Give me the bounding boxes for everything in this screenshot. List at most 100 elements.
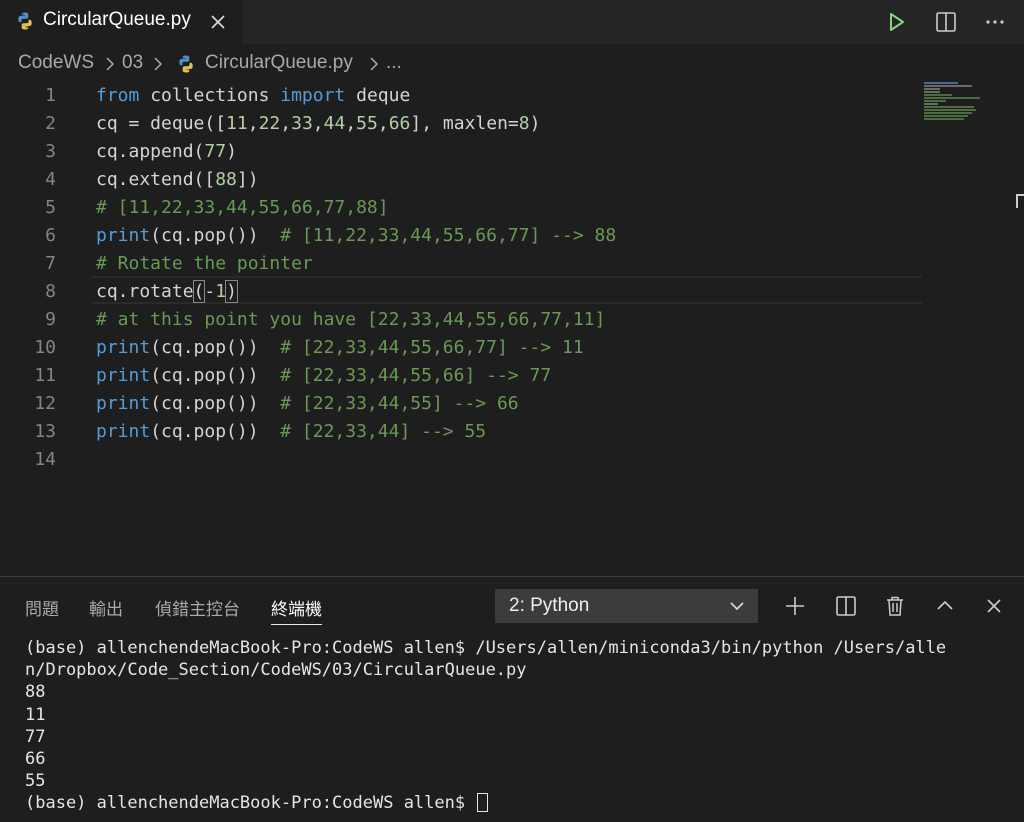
line-number: 4 (45, 169, 56, 190)
code-token: collections (139, 85, 281, 106)
chevron-up-icon[interactable] (932, 593, 958, 619)
code-token: (cq.pop()) (150, 225, 281, 246)
code-token: print (96, 365, 151, 386)
code-token: , (377, 113, 389, 134)
code-text: print(cq.pop()) # [22,33,44] --> 55 (96, 418, 486, 446)
code-token: , (280, 113, 292, 134)
breadcrumb-item-codews[interactable]: CodeWS (18, 52, 94, 74)
code-line[interactable]: 3 cq.append(77) (0, 138, 1024, 166)
terminal-prompt: (base) allenchendeMacBook-Pro:CodeWS all… (25, 793, 476, 814)
line-number: 12 (34, 393, 56, 414)
terminal-prompt-line[interactable]: (base) allenchendeMacBook-Pro:CodeWS all… (25, 792, 1015, 814)
line-number: 13 (34, 421, 56, 442)
terminal-cursor (477, 793, 489, 813)
chevron-right-icon (154, 57, 163, 71)
code-text: from collections import deque (96, 82, 410, 110)
code-line[interactable]: 12 print(cq.pop()) # [22,33,44,55] --> 66 (0, 390, 1024, 418)
breadcrumb-item-03[interactable]: 03 (122, 52, 143, 74)
breadcrumb: CodeWS 03 CircularQueue.py ... (0, 44, 1024, 82)
code-line[interactable]: 1 from collections import deque (0, 82, 1024, 110)
code-line[interactable]: 11 print(cq.pop()) # [22,33,44,55,66] -->… (0, 362, 1024, 390)
code-token: # [22,33,44,55] --> 66 (280, 393, 519, 414)
breadcrumb-item-file[interactable]: CircularQueue.py (205, 52, 353, 74)
terminal-selector[interactable]: 2: Python (495, 589, 758, 623)
code-line[interactable]: 14 (0, 446, 1024, 474)
code-token: ) (226, 141, 237, 162)
code-token: 33 (291, 113, 313, 134)
code-token: cq = deque([ (96, 113, 227, 134)
code-token: # [22,33,44,55,66,77] --> 11 (280, 337, 584, 358)
code-text: print(cq.pop()) # [22,33,44,55,66] --> 7… (96, 362, 551, 390)
code-token: print (96, 421, 151, 442)
more-actions-icon[interactable] (981, 8, 1009, 36)
terminal-line: 88 (25, 682, 46, 703)
code-token: (cq.pop()) (150, 421, 281, 442)
line-number: 7 (45, 253, 56, 274)
code-token: ]) (236, 169, 259, 190)
terminal-line: 77 (25, 726, 46, 747)
code-token: print (96, 337, 151, 358)
breadcrumb-item-symbols[interactable]: ... (386, 52, 402, 74)
code-line[interactable]: 13 print(cq.pop()) # [22,33,44] --> 55 (0, 418, 1024, 446)
code-token: from (96, 85, 140, 106)
line-number: 5 (45, 197, 56, 218)
code-token: ) (225, 280, 238, 303)
code-line[interactable]: 5 # [11,22,33,44,55,66,77,88] (0, 194, 1024, 222)
code-token: , (247, 113, 259, 134)
code-token: deque (345, 85, 411, 106)
code-token: 55 (356, 113, 378, 134)
code-token: 66 (388, 113, 411, 134)
terminal-line: 66 (25, 748, 46, 769)
tab-problems[interactable]: 問題 (25, 595, 59, 620)
code-line[interactable]: 8 cq.rotate(-1) (0, 278, 1024, 306)
minimap[interactable] (924, 82, 1014, 122)
terminal-selector-value: 2: Python (509, 595, 590, 616)
code-line[interactable]: 4 cq.extend([88]) (0, 166, 1024, 194)
code-line[interactable]: 2 cq = deque([11,22,33,44,55,66], maxlen=… (0, 110, 1024, 138)
terminal-line: 11 (25, 704, 46, 725)
code-text: cq.rotate(-1) (96, 278, 238, 306)
terminal-output[interactable]: (base) allenchendeMacBook-Pro:CodeWS all… (25, 637, 1015, 815)
split-editor-icon[interactable] (932, 8, 960, 36)
tab-debug-console[interactable]: 偵錯主控台 (155, 595, 240, 620)
code-token: (cq.pop()) (150, 337, 281, 358)
code-text: # [11,22,33,44,55,66,77,88] (96, 194, 389, 222)
line-number: 1 (45, 85, 56, 106)
code-token: , (312, 113, 324, 134)
code-text: print(cq.pop()) # [11,22,33,44,55,66,77]… (96, 222, 616, 250)
code-token: 22 (258, 113, 281, 134)
code-line[interactable]: 6 print(cq.pop()) # [11,22,33,44,55,66,77… (0, 222, 1024, 250)
split-terminal-icon[interactable] (833, 593, 859, 619)
line-number: 6 (45, 225, 56, 246)
code-token: # [11,22,33,44,55,66,77] --> 88 (280, 225, 617, 246)
trash-icon[interactable] (882, 593, 908, 619)
vscode-window: CircularQueue.py CodeWS 03 CircularQueue… (0, 0, 1024, 822)
code-token: # [22,33,44,55,66] --> 77 (280, 365, 552, 386)
chevron-right-icon (370, 57, 379, 71)
chevron-right-icon (106, 57, 115, 71)
terminal-line: 55 (25, 771, 46, 792)
line-number: 2 (45, 113, 56, 134)
code-line[interactable]: 10 print(cq.pop()) # [22,33,44,55,66,77] … (0, 334, 1024, 362)
code-text: # at this point you have [22,33,44,55,66… (96, 306, 605, 334)
new-terminal-icon[interactable] (782, 593, 808, 619)
line-number: 10 (34, 337, 56, 358)
close-icon[interactable] (205, 9, 231, 35)
run-icon[interactable] (882, 8, 910, 36)
line-number: 11 (34, 365, 56, 386)
bottom-panel: 問題 輸出 偵錯主控台 終端機 2: Python (base) allench… (0, 576, 1024, 822)
code-editor[interactable]: 1 from collections import deque 2 cq = dequ… (0, 82, 1024, 576)
tab-terminal[interactable]: 終端機 (271, 595, 322, 620)
editor-tab-circularqueue[interactable]: CircularQueue.py (0, 0, 242, 44)
code-token: 11 (226, 113, 248, 134)
code-text: print(cq.pop()) # [22,33,44,55,66,77] --… (96, 334, 584, 362)
code-token: - (204, 281, 216, 302)
code-line[interactable]: 9 # at this point you have [22,33,44,55,6… (0, 306, 1024, 334)
tab-output[interactable]: 輸出 (89, 595, 123, 620)
code-line[interactable]: 7 # Rotate the pointer (0, 250, 1024, 278)
code-token: cq.append( (96, 141, 205, 162)
close-panel-icon[interactable] (981, 593, 1007, 619)
terminal-line: n/Dropbox/Code_Section/CodeWS/03/Circula… (25, 660, 527, 681)
code-token: # [11,22,33,44,55,66,77,88] (96, 197, 389, 218)
code-token: # [22,33,44] --> 55 (280, 421, 487, 442)
